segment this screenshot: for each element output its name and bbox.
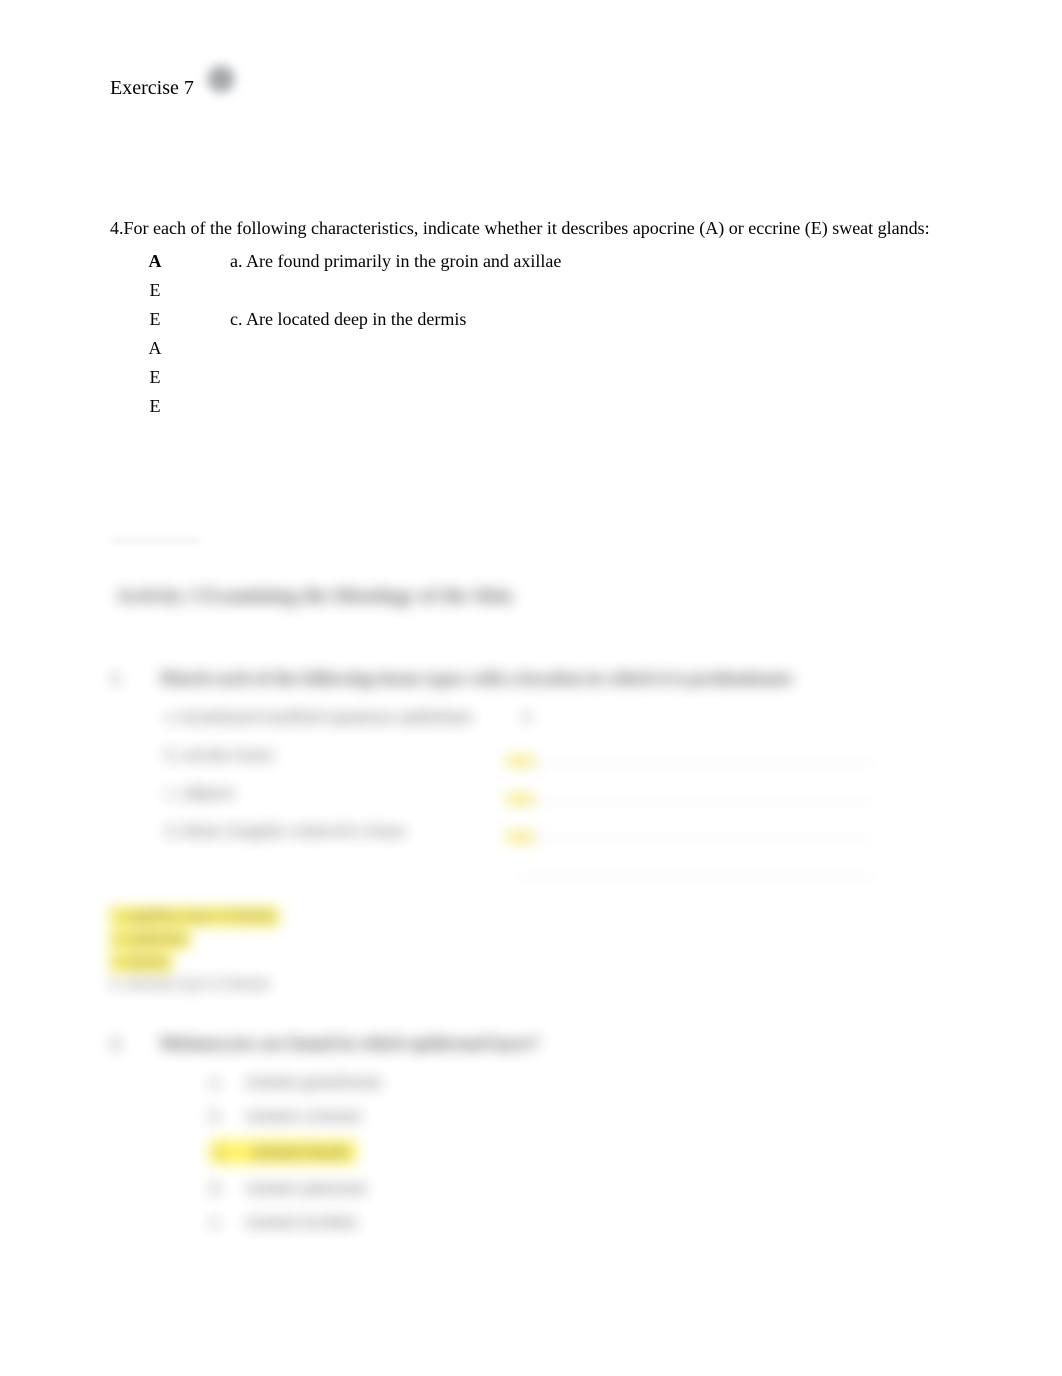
choice-text: stratum granulosum — [246, 1072, 382, 1092]
list-item: d. dense irregular connective tissue — [166, 821, 952, 841]
blurred-q1-options: a. keratinized stratified squamous epith… — [166, 707, 952, 877]
list-item: a. keratinized stratified squamous epith… — [166, 707, 952, 727]
blurred-notes: 1. papillary layer of dermis 2. epidermi… — [110, 907, 952, 993]
divider — [110, 537, 200, 545]
choice-letter: a. — [210, 1072, 226, 1092]
highlighted-text: 1. papillary layer of dermis — [110, 907, 279, 926]
choice-letter: e. — [210, 1212, 226, 1232]
table-row: E — [110, 280, 952, 301]
answer-letter: E — [110, 280, 200, 301]
activity-heading: Activity 3 Examining the Histology of th… — [116, 585, 952, 608]
question-text: Match each of the following tissue types… — [160, 668, 952, 689]
answer-letter: E — [110, 396, 200, 417]
answer-grid: A a. Are found primarily in the groin an… — [110, 251, 952, 417]
note-line: 1. papillary layer of dermis — [110, 907, 952, 926]
table-row: E — [110, 367, 952, 388]
page-title: Exercise 7 — [110, 77, 194, 100]
answer-letter: E — [110, 367, 200, 388]
option-label: d. dense irregular connective tissue — [166, 821, 466, 841]
option-label: c. adipose — [166, 783, 466, 803]
answer-blank — [516, 784, 876, 802]
choice-letter: b. — [210, 1106, 226, 1126]
question-4: 4.For each of the following characterist… — [110, 216, 952, 417]
choice-text: stratum basale — [252, 1142, 350, 1162]
highlighted-choice: c. stratum basale — [210, 1140, 356, 1164]
list-item — [166, 859, 952, 877]
obscured-mark-icon — [202, 60, 240, 98]
blurred-question-2: 2. Melanocytes are found in which epider… — [110, 1033, 952, 1054]
locked-content: Activity 3 Examining the Histology of th… — [110, 585, 952, 1232]
list-item: e. stratum lucidum — [210, 1212, 952, 1232]
answer-blank — [516, 859, 876, 877]
question-number: 1. — [110, 668, 160, 689]
row-description: c. Are located deep in the dermis — [200, 309, 952, 330]
question-4-prompt: 4.For each of the following characterist… — [110, 216, 952, 241]
blurred-question-1: 1. Match each of the following tissue ty… — [110, 668, 952, 689]
table-row: A a. Are found primarily in the groin an… — [110, 251, 952, 272]
mc-choice-list: a. stratum granulosum b. stratum corneum… — [210, 1072, 952, 1232]
table-row: E c. Are located deep in the dermis — [110, 309, 952, 330]
note-line: 3. dermis — [110, 953, 952, 972]
list-item: b. areolar tissue — [166, 745, 952, 765]
choice-text: stratum lucidum — [246, 1212, 357, 1232]
question-text: Melanocytes are found in which epidermal… — [160, 1033, 952, 1054]
answer-number: 1. — [521, 707, 551, 727]
choice-text: stratum spinosum — [246, 1178, 366, 1198]
table-row: E — [110, 396, 952, 417]
option-label: a. keratinized stratified squamous epith… — [166, 707, 471, 727]
list-item: c. stratum basale — [210, 1140, 952, 1164]
choice-letter: d. — [210, 1178, 226, 1198]
note-line: 2. epidermis — [110, 930, 952, 949]
list-item: a. stratum granulosum — [210, 1072, 952, 1092]
highlighted-text: 3. dermis — [110, 953, 172, 972]
question-number: 2. — [110, 1033, 160, 1054]
note-line: 4. reticular layer of dermis — [110, 976, 952, 993]
choice-letter: c. — [216, 1142, 232, 1162]
choice-text: stratum corneum — [246, 1106, 361, 1126]
answer-letter: A — [110, 251, 200, 272]
highlighted-text: 2. epidermis — [110, 930, 190, 949]
list-item: d. stratum spinosum — [210, 1178, 952, 1198]
answer-blank — [516, 746, 876, 764]
table-row: A — [110, 338, 952, 359]
answer-letter: A — [110, 338, 200, 359]
answer-letter: E — [110, 309, 200, 330]
answer-blank — [516, 822, 876, 840]
row-description: a. Are found primarily in the groin and … — [200, 251, 952, 272]
option-label: b. areolar tissue — [166, 745, 466, 765]
list-item: c. adipose — [166, 783, 952, 803]
document-header: Exercise 7 — [110, 60, 952, 116]
list-item: b. stratum corneum — [210, 1106, 952, 1126]
